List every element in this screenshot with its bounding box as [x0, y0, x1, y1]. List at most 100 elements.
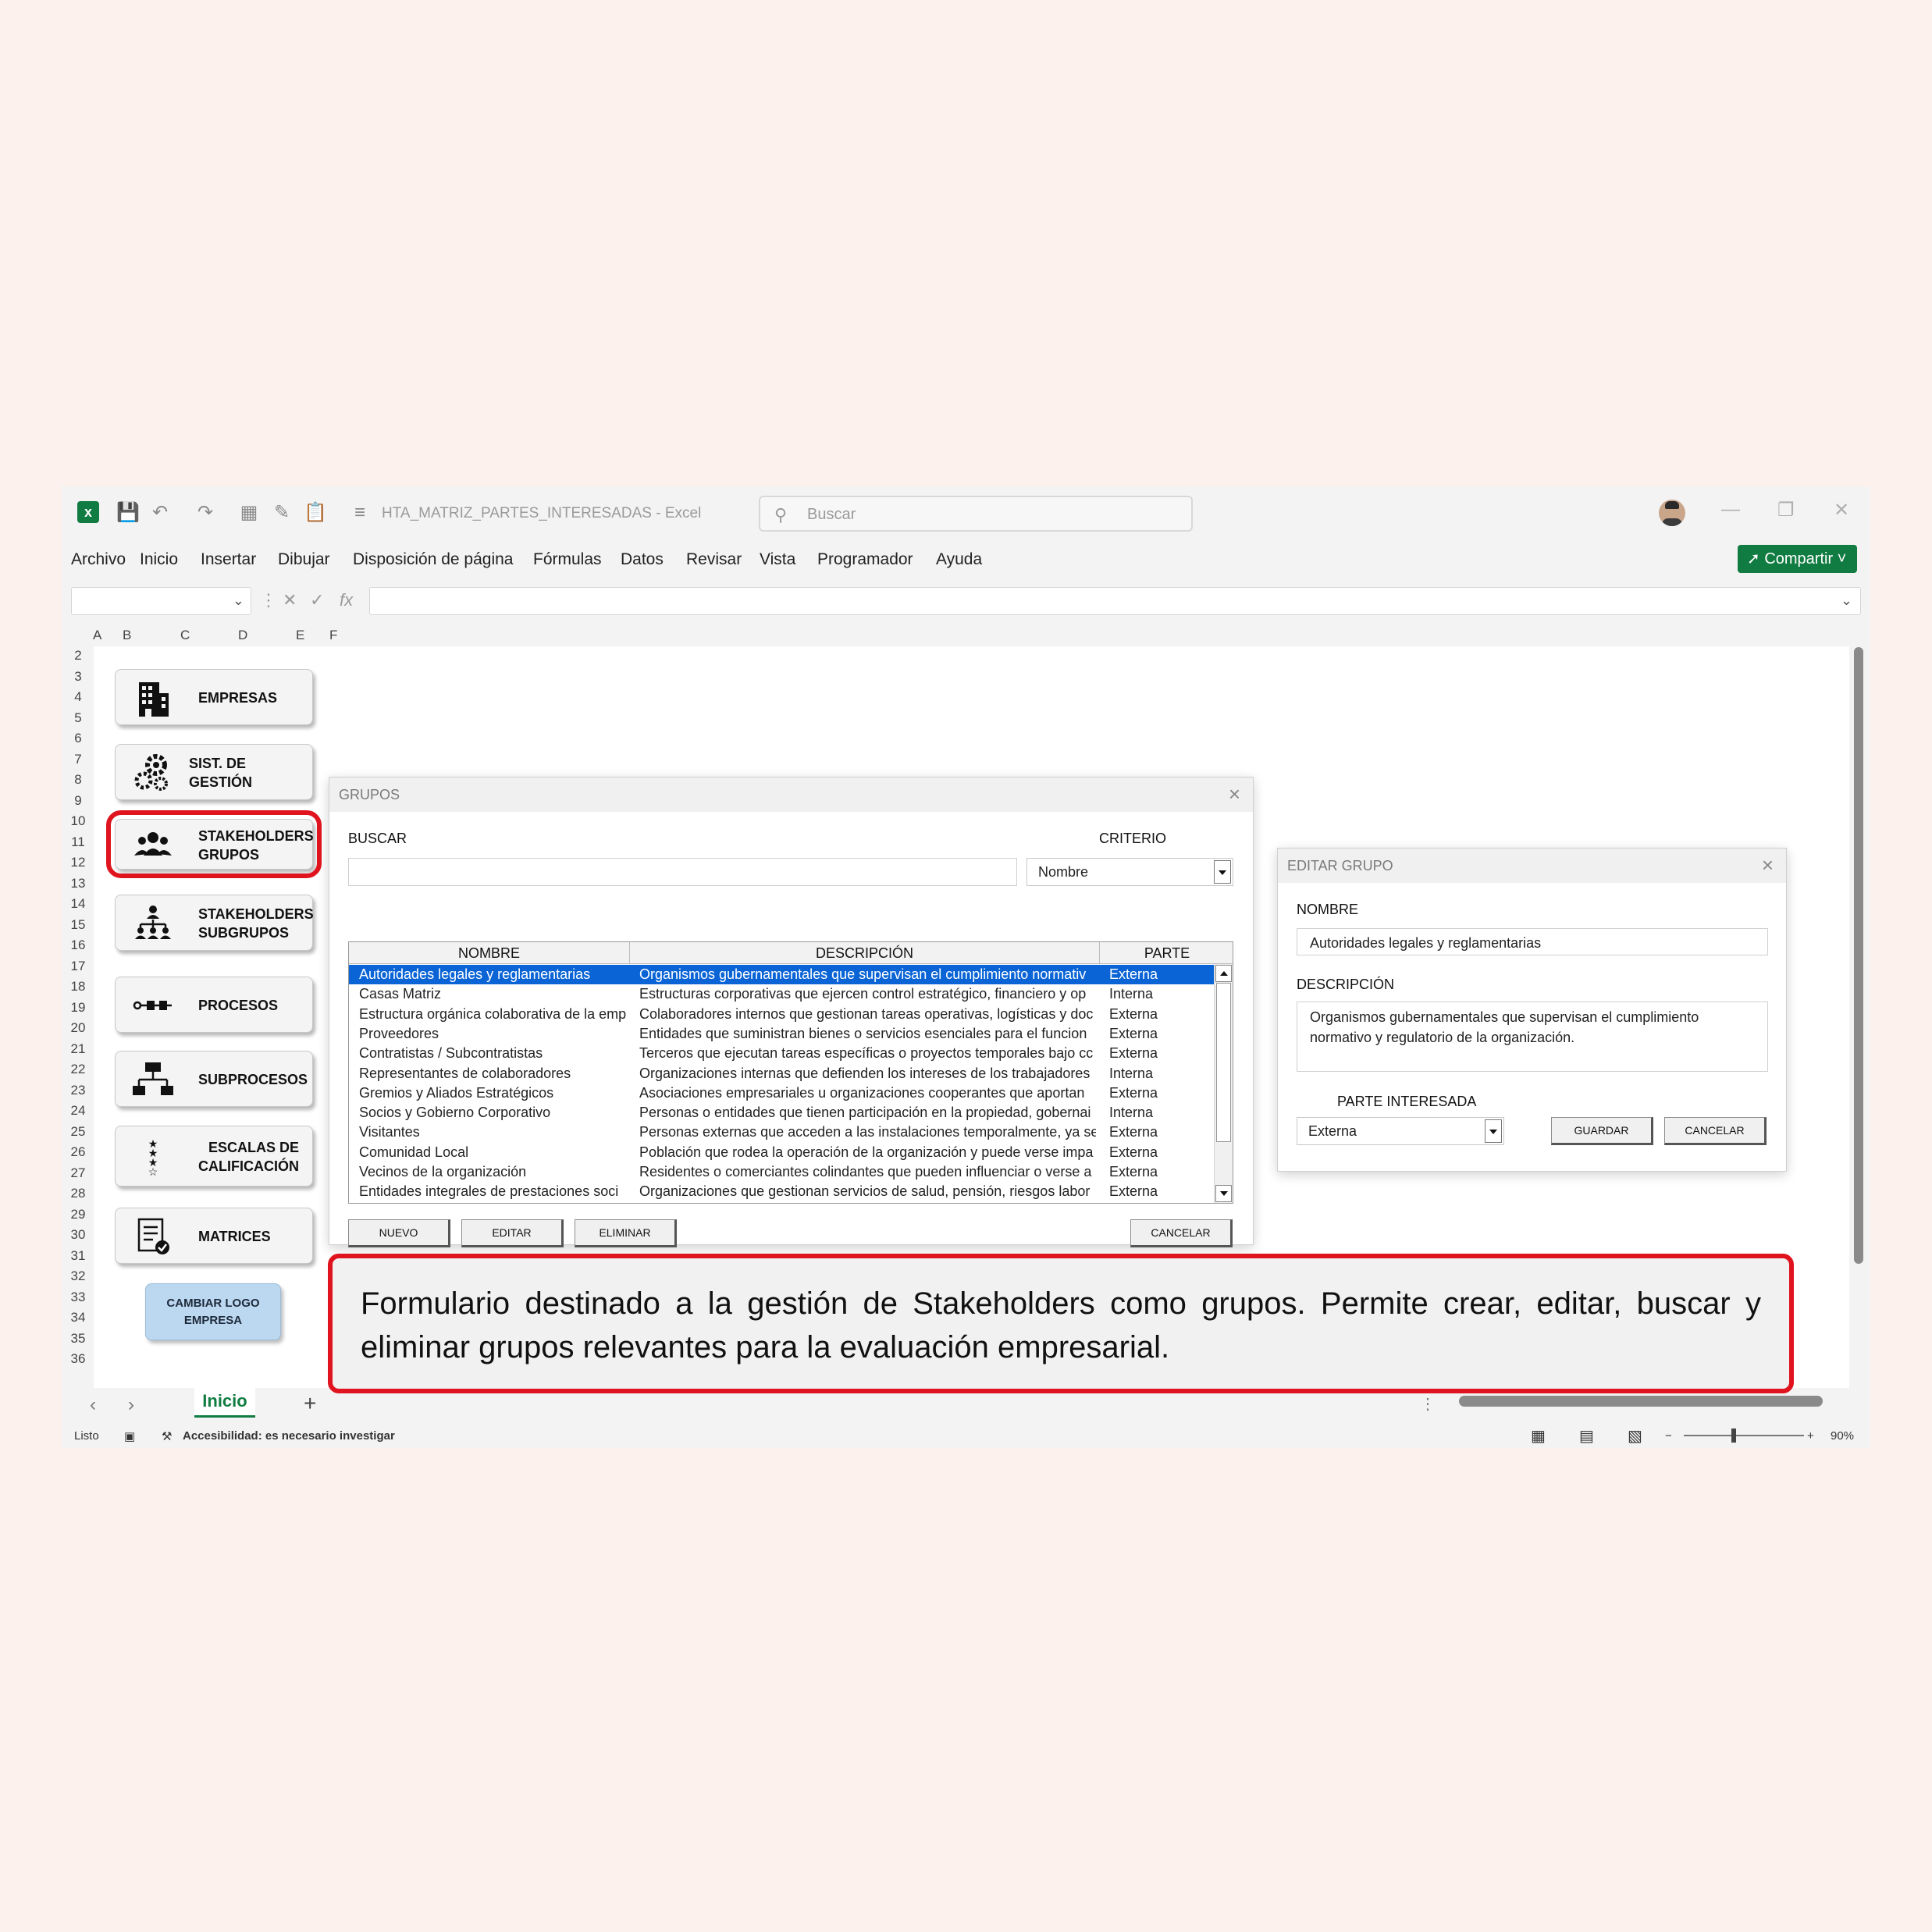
zoom-out-icon[interactable]: −: [1665, 1429, 1672, 1443]
row-header[interactable]: 24: [66, 1103, 90, 1119]
column-header[interactable]: A: [93, 628, 101, 643]
zoom-level[interactable]: 90%: [1831, 1429, 1854, 1443]
cancel-formula-icon[interactable]: ✕: [283, 590, 297, 610]
search-input[interactable]: [348, 858, 1017, 886]
party-select[interactable]: Externa: [1297, 1117, 1504, 1145]
list-item[interactable]: Autoridades legales y reglamentarias Orga…: [349, 965, 1215, 985]
menu-archivo[interactable]: Archivo: [71, 550, 126, 569]
nav-matrices-button[interactable]: MATRICES: [115, 1208, 313, 1264]
horizontal-scrollbar[interactable]: [1459, 1396, 1823, 1407]
chevron-right-icon[interactable]: ›: [128, 1394, 134, 1416]
zoom-slider[interactable]: [1684, 1435, 1804, 1436]
customize-toolbar-icon[interactable]: ≡: [349, 502, 371, 524]
row-header[interactable]: 36: [66, 1351, 90, 1367]
row-header[interactable]: 26: [66, 1144, 90, 1160]
scroll-up-icon[interactable]: [1215, 965, 1232, 982]
groups-listbox[interactable]: NOMBRE DESCRIPCIÓN PARTE Autoridades leg…: [348, 941, 1233, 1204]
chevron-left-icon[interactable]: ‹: [90, 1394, 96, 1416]
row-header[interactable]: 33: [66, 1290, 90, 1305]
row-header[interactable]: 10: [66, 813, 90, 829]
sheet-tab-inicio[interactable]: Inicio: [194, 1388, 255, 1418]
vertical-scrollbar[interactable]: [1854, 647, 1863, 1264]
column-header-descripcion[interactable]: DESCRIPCIÓN: [630, 942, 1100, 964]
avatar[interactable]: [1659, 500, 1685, 526]
row-header[interactable]: 21: [66, 1041, 90, 1057]
delete-button[interactable]: ELIMINAR: [575, 1219, 677, 1247]
row-header[interactable]: 27: [66, 1165, 90, 1181]
nav-subprocesos-button[interactable]: SUBPROCESOS: [115, 1051, 313, 1107]
menu-formulas[interactable]: Fórmulas: [533, 550, 602, 569]
row-header[interactable]: 25: [66, 1124, 90, 1140]
column-header[interactable]: E: [296, 628, 304, 643]
row-header[interactable]: 31: [66, 1248, 90, 1264]
nav-sist-gestion-button[interactable]: SIST. DE GESTIÓN: [115, 744, 313, 800]
nav-empresas-button[interactable]: EMPRESAS: [115, 669, 313, 725]
dropdown-arrow-icon[interactable]: [1485, 1119, 1502, 1143]
minimize-icon[interactable]: —: [1721, 499, 1740, 521]
description-textarea[interactable]: Organismos gubernamentales que supervisa…: [1297, 1002, 1768, 1072]
undo-icon[interactable]: ↶: [149, 502, 171, 524]
column-header[interactable]: C: [180, 628, 190, 643]
row-header[interactable]: 20: [66, 1020, 90, 1036]
edit-button[interactable]: EDITAR: [461, 1219, 564, 1247]
paste-icon[interactable]: 📋: [304, 502, 327, 524]
row-header[interactable]: 9: [66, 793, 90, 809]
row-header[interactable]: 12: [66, 855, 90, 870]
list-item[interactable]: Gremios y Aliados Estratégicos Asociacion…: [349, 1083, 1215, 1103]
excel-icon[interactable]: x: [77, 501, 99, 523]
row-header[interactable]: 4: [66, 689, 90, 705]
row-header[interactable]: 30: [66, 1227, 90, 1243]
menu-datos[interactable]: Datos: [621, 550, 664, 569]
criteria-select[interactable]: Nombre: [1026, 858, 1233, 886]
nav-stakeholders-subgrupos-button[interactable]: STAKEHOLDERS SUBGRUPOS: [115, 895, 314, 951]
menu-inicio[interactable]: Inicio: [140, 550, 178, 569]
dropdown-arrow-icon[interactable]: [1214, 860, 1231, 884]
confirm-formula-icon[interactable]: ✓: [310, 590, 324, 610]
normal-view-icon[interactable]: ▦: [1531, 1426, 1546, 1446]
menu-revisar[interactable]: Revisar: [686, 550, 742, 569]
name-box[interactable]: ⌄: [71, 587, 251, 615]
close-icon[interactable]: ×: [1229, 782, 1240, 806]
row-header[interactable]: 11: [66, 834, 90, 850]
more-options-icon[interactable]: ⋮: [260, 590, 277, 610]
list-item[interactable]: Contratistas / Subcontratistas Terceros q…: [349, 1044, 1215, 1063]
nav-procesos-button[interactable]: PROCESOS: [115, 977, 313, 1033]
accessibility-status[interactable]: Accesibilidad: es necesario investigar: [183, 1429, 395, 1443]
menu-ayuda[interactable]: Ayuda: [936, 550, 982, 569]
list-item[interactable]: Comunidad Local Población que rodea la op…: [349, 1143, 1215, 1162]
menu-dibujar[interactable]: Dibujar: [278, 550, 330, 569]
edit-sheet-icon[interactable]: ✎: [271, 502, 293, 524]
row-header[interactable]: 3: [66, 669, 90, 685]
row-header[interactable]: 19: [66, 1000, 90, 1016]
list-item[interactable]: Estructura orgánica colaborativa de la e…: [349, 1005, 1215, 1024]
list-item[interactable]: Visitantes Personas externas que acceden …: [349, 1123, 1215, 1142]
menu-insertar[interactable]: Insertar: [201, 550, 256, 569]
zoom-slider-thumb[interactable]: [1731, 1429, 1736, 1443]
restore-icon[interactable]: ❐: [1777, 499, 1795, 521]
function-icon[interactable]: fx: [340, 590, 353, 610]
row-header[interactable]: 28: [66, 1186, 90, 1201]
new-button[interactable]: NUEVO: [348, 1219, 450, 1247]
column-header[interactable]: D: [238, 628, 247, 643]
list-scrollbar[interactable]: [1214, 964, 1233, 1203]
page-break-icon[interactable]: ▧: [1628, 1426, 1642, 1446]
menu-programador[interactable]: Programador: [817, 550, 913, 569]
list-item[interactable]: Casas Matriz Estructuras corporativas que…: [349, 984, 1215, 1004]
scroll-thumb[interactable]: [1216, 983, 1231, 1142]
zoom-in-icon[interactable]: +: [1807, 1429, 1814, 1443]
row-header[interactable]: 29: [66, 1207, 90, 1222]
row-header[interactable]: 32: [66, 1268, 90, 1284]
nav-stakeholders-grupos-button[interactable]: STAKEHOLDERS GRUPOS: [106, 810, 322, 878]
column-header-nombre[interactable]: NOMBRE: [349, 942, 630, 964]
row-header[interactable]: 17: [66, 959, 90, 974]
row-header[interactable]: 34: [66, 1310, 90, 1325]
list-item[interactable]: Entidades integrales de prestaciones soc…: [349, 1182, 1215, 1201]
row-header[interactable]: 22: [66, 1062, 90, 1077]
close-icon[interactable]: ✕: [1834, 499, 1849, 521]
row-header[interactable]: 8: [66, 772, 90, 788]
cancel-button[interactable]: CANCELAR: [1130, 1219, 1233, 1247]
row-header[interactable]: 15: [66, 917, 90, 933]
column-header[interactable]: B: [123, 628, 131, 643]
menu-disposicion[interactable]: Disposición de página: [353, 550, 513, 569]
row-header[interactable]: 7: [66, 752, 90, 767]
